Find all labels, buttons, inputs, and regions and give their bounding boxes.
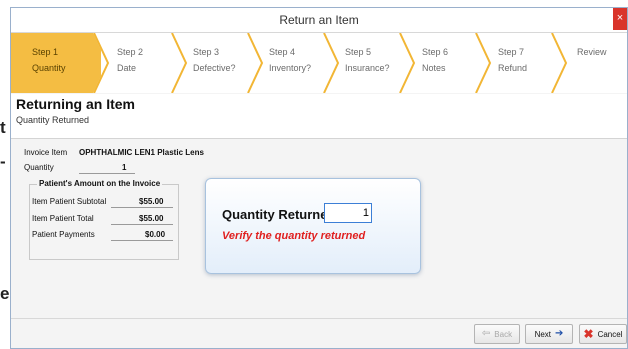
step-chevron-icon [171,33,188,93]
back-button-label: Back [494,329,513,339]
cancel-button-label: Cancel [597,329,623,339]
validation-message: Verify the quantity returned [222,230,366,242]
step-chevron-icon [551,33,568,93]
amount-row-underline [111,240,173,241]
amount-row-label: Patient Payments [32,230,95,239]
invoice-item-label: Invoice Item [24,148,68,157]
amount-row-label: Item Patient Total [32,214,94,223]
close-icon: × [616,12,624,24]
quantity-returned-input[interactable] [324,203,372,223]
quantity-value: 1 [122,163,127,172]
step-label: Notes [422,63,446,73]
window-title: Return an Item [279,13,359,27]
quantity-returned-panel: Quantity Returned Verify the quantity re… [205,178,421,274]
step-number: Step 5 [345,47,372,57]
step-number: Step 2 [117,47,144,57]
back-arrow-icon: ⇦ [481,328,491,339]
quantity-label: Quantity [24,163,54,172]
background-text-fragment: - [0,152,6,171]
amount-row-underline [111,224,173,225]
step-number: Step 4 [269,47,296,57]
step-label: Date [117,63,137,73]
step-number: Step 1 [32,47,59,57]
amount-row-value: $0.00 [145,230,166,239]
step-number: Step 7 [498,47,525,57]
header-divider [11,138,627,139]
step-chevron-icon [399,33,416,93]
page-title: Returning an Item [16,96,136,112]
quantity-underline [79,173,135,174]
step-label: Inventory? [269,63,312,73]
step-chevron-icon [247,33,264,93]
close-button[interactable]: × [613,8,627,30]
amount-row-value: $55.00 [139,197,164,206]
background-text-fragment: e [0,284,10,303]
next-arrow-icon: ➔ [555,328,564,339]
step-label: Quantity [32,63,66,73]
step-chevron-icon [475,33,492,93]
step-label: Refund [498,63,528,73]
amount-row-value: $55.00 [139,214,164,223]
next-button[interactable]: Next ➔ [525,324,573,344]
amount-row-underline [111,207,173,208]
wizard-steps: Step 1 Quantity Step 2 Date Step 3 Defec… [11,33,627,93]
amount-row-label: Item Patient Subtotal [32,197,107,206]
step-number: Step 3 [193,47,220,57]
background-text-fragment: t [0,118,6,137]
next-button-label: Next [534,329,552,339]
page-subtitle: Quantity Returned [16,115,90,125]
back-button[interactable]: ⇦ Back [474,324,520,344]
step-label: Insurance? [345,63,390,73]
cancel-button[interactable]: ✖ Cancel [579,324,627,344]
page-header: Returning an Item Quantity Returned [11,94,627,138]
cancel-x-icon: ✖ [583,327,594,341]
return-item-window: Return an Item × Step 1 Quantity Step 2 … [10,7,628,349]
step-label: Defective? [193,63,236,73]
step-number: Step 6 [422,47,449,57]
title-bar: Return an Item × [11,8,627,33]
step-chevron-icon [323,33,340,93]
amounts-group-legend: Patient's Amount on the Invoice [37,179,163,188]
step-chevron-icon [93,33,110,93]
invoice-item-value: OPHTHALMIC LEN1 Plastic Lens [79,148,204,157]
step-number: Review [577,47,607,57]
quantity-returned-label: Quantity Returned [222,207,336,222]
button-bar-divider [11,318,627,319]
